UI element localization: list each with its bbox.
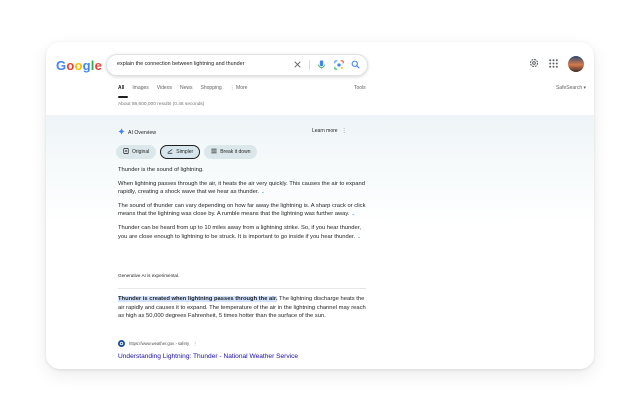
experimental-note: Generative AI is experimental.	[118, 273, 180, 278]
paragraph-text: Thunder can be heard from up to 10 miles…	[118, 224, 361, 240]
chip-simpler-label: Simpler	[176, 149, 194, 155]
weather-gov-favicon	[118, 340, 125, 347]
simplify-icon	[167, 148, 173, 156]
tab-all[interactable]: All	[118, 85, 124, 91]
chip-simpler[interactable]: Simpler	[160, 145, 201, 159]
tab-videos[interactable]: Videos	[157, 85, 172, 91]
paragraph-text: When lightning passes through the air, i…	[118, 180, 365, 196]
logo-letter: G	[56, 58, 67, 73]
logo-letter: e	[94, 58, 103, 73]
logo-letter: o	[66, 58, 75, 73]
tab-news[interactable]: News	[180, 85, 193, 91]
safesearch-button[interactable]: SafeSearch ▾	[556, 85, 586, 91]
ai-paragraph: Thunder is the sound of lightning.	[118, 166, 368, 175]
search-input[interactable]: explain the connection between lightning…	[117, 61, 244, 67]
quote-highlight: Thunder is created when lightning passes…	[118, 296, 278, 302]
ai-style-chips: Original Simpler Break it down	[116, 145, 258, 159]
learn-more-label[interactable]: Learn more	[312, 128, 338, 134]
tab-shopping[interactable]: Shopping	[201, 85, 222, 91]
chevron-down-icon[interactable]: ⌄	[351, 210, 355, 219]
tools-button[interactable]: Tools	[354, 85, 366, 91]
source-meta: https://www.weather.gov › safety ⋮	[118, 340, 197, 347]
source-title-link[interactable]: Understanding Lightning: Thunder - Natio…	[118, 353, 298, 360]
paragraph-text: Thunder is the sound of lightning.	[118, 167, 204, 173]
ai-overview-body: Thunder is the sound of lightning. When …	[118, 166, 368, 246]
tab-more[interactable]: ⋮ More	[230, 85, 248, 91]
active-tab-indicator	[118, 96, 128, 98]
learn-more-link[interactable]: Learn more ⋮	[312, 128, 347, 134]
chip-break-it-down-label: Break it down	[220, 149, 251, 155]
search-icon[interactable]	[350, 59, 361, 70]
chip-break-it-down[interactable]: Break it down	[204, 145, 258, 159]
close-icon[interactable]	[292, 59, 303, 70]
lens-icon[interactable]	[333, 59, 344, 70]
ai-paragraph: When lightning passes through the air, i…	[118, 180, 368, 197]
google-logo[interactable]: Google	[56, 58, 102, 73]
source-menu-icon[interactable]: ⋮	[193, 341, 197, 346]
logo-letter: g	[82, 58, 91, 73]
source-quote: Thunder is created when lightning passes…	[118, 295, 368, 321]
source-url[interactable]: https://www.weather.gov › safety	[129, 341, 189, 346]
chip-original-label: Original	[132, 149, 150, 155]
search-box[interactable]: explain the connection between lightning…	[106, 54, 368, 76]
chip-original[interactable]: Original	[116, 145, 157, 159]
apps-grid-icon[interactable]	[549, 55, 558, 73]
more-options-icon[interactable]: ⋮	[342, 128, 347, 134]
tab-images[interactable]: Images	[132, 85, 148, 91]
header-actions	[529, 55, 584, 73]
sparkle-icon	[118, 128, 125, 137]
settings-icon[interactable]	[529, 55, 539, 73]
divider	[118, 288, 366, 289]
browser-frame: Google explain the connection between li…	[46, 42, 594, 369]
ai-paragraph: Thunder can be heard from up to 10 miles…	[118, 224, 368, 241]
chevron-down-icon[interactable]: ⌄	[357, 233, 361, 242]
document-icon	[123, 148, 129, 156]
ai-overview-header: AI Overview	[118, 128, 156, 137]
result-stats: About 88,600,000 results (0.46 seconds)	[118, 102, 205, 107]
chevron-down-icon[interactable]: ⌄	[261, 188, 265, 197]
ai-overview-title: AI Overview	[128, 129, 156, 136]
list-icon	[211, 148, 217, 156]
paragraph-text: The sound of thunder can vary depending …	[118, 202, 366, 218]
search-tabs: All Images Videos News Shopping ⋮ More	[118, 85, 247, 91]
divider	[309, 59, 310, 70]
mic-icon[interactable]	[316, 59, 327, 70]
search-actions	[292, 59, 361, 70]
ai-paragraph: The sound of thunder can vary depending …	[118, 202, 368, 219]
logo-letter: o	[74, 58, 83, 73]
avatar[interactable]	[568, 56, 584, 72]
